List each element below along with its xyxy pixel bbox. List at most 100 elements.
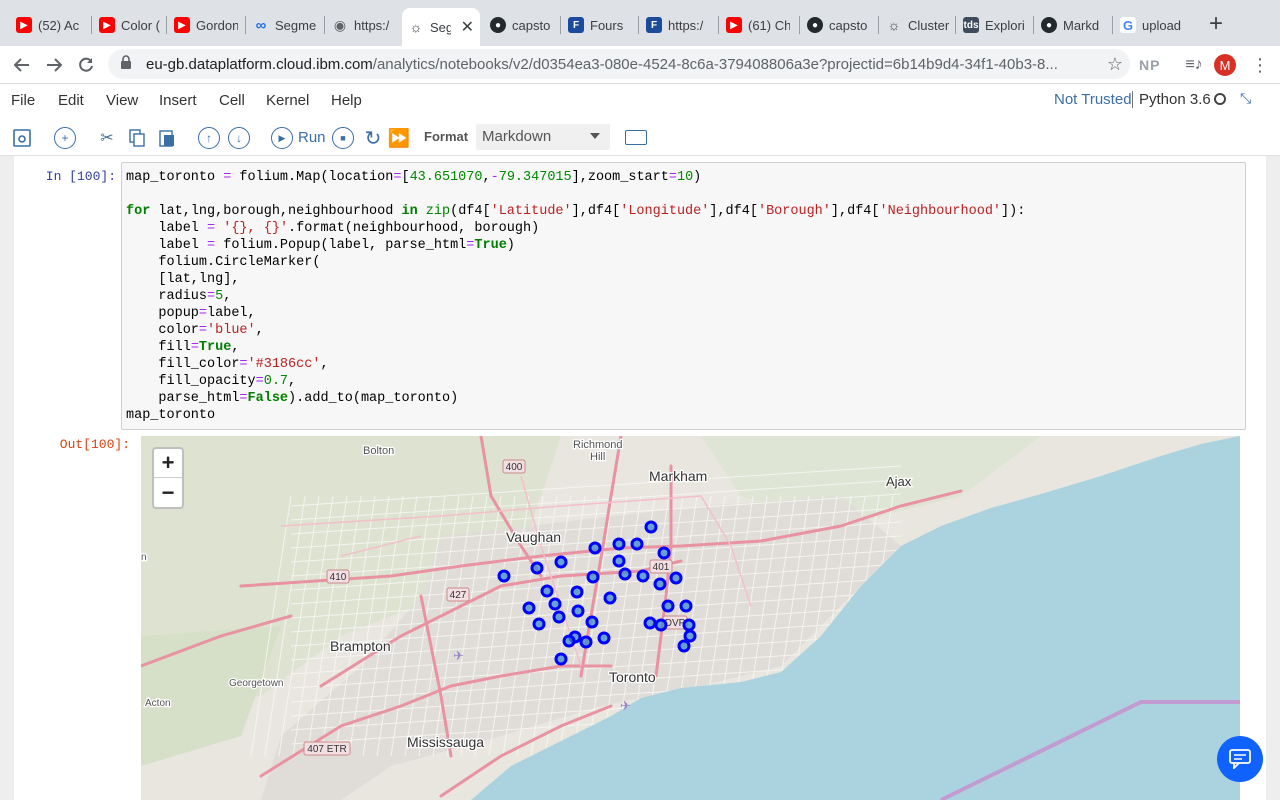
svg-text:410: 410 xyxy=(330,572,347,583)
neighbourhood-circle-marker[interactable] xyxy=(603,591,617,605)
browser-tab[interactable]: ∞ Segme xyxy=(247,8,323,42)
neighbourhood-circle-marker[interactable] xyxy=(669,571,683,585)
menu-edit[interactable]: Edit xyxy=(58,92,84,109)
browser-tab[interactable]: ☼ Seg ✕ xyxy=(402,8,480,46)
neighbourhood-circle-marker[interactable] xyxy=(683,629,697,643)
collapse-icon[interactable]: ⤡ xyxy=(1240,90,1251,107)
zoom-out-button[interactable]: − xyxy=(154,478,182,507)
browser-tab[interactable]: ▶ Gordon xyxy=(168,8,244,42)
paste-cell-button[interactable] xyxy=(156,127,178,149)
code-cell-input[interactable]: map_toronto = folium.Map(location=[43.65… xyxy=(121,162,1246,430)
tab-title: Cluster xyxy=(908,17,950,33)
browser-tab[interactable]: ● Markd xyxy=(1035,8,1111,42)
browser-tab[interactable]: Fhttps:/ xyxy=(640,8,716,42)
run-label[interactable]: Run xyxy=(298,129,326,146)
forward-button[interactable] xyxy=(40,51,68,79)
extension-np[interactable]: NP xyxy=(1139,57,1160,73)
neighbourhood-circle-marker[interactable] xyxy=(585,615,599,629)
neighbourhood-circle-marker[interactable] xyxy=(571,604,585,618)
menu-insert[interactable]: Insert xyxy=(159,92,197,109)
run-button[interactable]: ▶ xyxy=(271,127,293,149)
browser-menu-icon[interactable]: ⋮ xyxy=(1246,51,1274,79)
neighbourhood-circle-marker[interactable] xyxy=(644,520,658,534)
neighbourhood-circle-marker[interactable] xyxy=(554,555,568,569)
keyboard-shortcuts-icon[interactable] xyxy=(625,130,647,145)
neighbourhood-circle-marker[interactable] xyxy=(618,567,632,581)
bookmark-star-icon[interactable]: ☆ xyxy=(1100,54,1130,75)
menu-cell[interactable]: Cell xyxy=(219,92,245,109)
save-notebook-button[interactable] xyxy=(11,127,33,149)
neighbourhood-circle-marker[interactable] xyxy=(522,601,536,615)
neighbourhood-circle-marker[interactable] xyxy=(643,616,657,630)
neighbourhood-circle-marker[interactable] xyxy=(562,634,576,648)
menu-file[interactable]: File xyxy=(11,92,35,109)
move-up-button[interactable]: ↑ xyxy=(198,127,220,149)
neighbourhood-circle-marker[interactable] xyxy=(552,610,566,624)
browser-tab[interactable]: tds Explori xyxy=(957,8,1033,42)
neighbourhood-circle-marker[interactable] xyxy=(679,599,693,613)
neighbourhood-circle-marker[interactable] xyxy=(654,618,668,632)
neighbourhood-circle-marker[interactable] xyxy=(597,631,611,645)
move-down-button[interactable]: ↓ xyxy=(228,127,250,149)
trust-status[interactable]: Not Trusted xyxy=(1054,91,1132,108)
neighbourhood-circle-marker[interactable] xyxy=(554,652,568,666)
neighbourhood-circle-marker[interactable] xyxy=(497,569,511,583)
neighbourhood-circle-marker[interactable] xyxy=(630,537,644,551)
neighbourhood-circle-marker[interactable] xyxy=(588,541,602,555)
neighbourhood-circle-marker[interactable] xyxy=(530,561,544,575)
browser-tab[interactable]: ● capsto xyxy=(484,8,560,42)
browser-tab[interactable]: ◉ https:/ xyxy=(326,8,402,42)
map-place-label: Georgetown xyxy=(229,678,283,689)
reload-button[interactable] xyxy=(72,51,100,79)
interrupt-kernel-button[interactable]: ■ xyxy=(332,127,354,149)
neighbourhood-circle-marker[interactable] xyxy=(540,584,554,598)
arrow-down-icon: ↓ xyxy=(236,131,242,145)
svg-text:401: 401 xyxy=(653,562,670,573)
kernel-name[interactable]: Python 3.6 xyxy=(1132,91,1211,108)
close-tab-icon[interactable]: ✕ xyxy=(461,17,474,37)
chat-support-button[interactable] xyxy=(1217,736,1263,782)
neighbourhood-circle-marker[interactable] xyxy=(612,554,626,568)
airport-icon: ✈ xyxy=(453,648,464,663)
address-bar[interactable]: eu-gb.dataplatform.cloud.ibm.com/analyti… xyxy=(108,49,1130,79)
media-control-icon[interactable]: ≡♪ xyxy=(1180,51,1208,79)
new-tab-button[interactable]: + xyxy=(1204,10,1228,38)
menu-help[interactable]: Help xyxy=(331,92,362,109)
map-place-label: Toronto xyxy=(609,669,656,685)
browser-tab[interactable]: ● capsto xyxy=(801,8,877,42)
map-tiles[interactable]: ✈ ✈ 400 401 410 427 407 ETR DVP RichmondHill B… xyxy=(141,436,1240,800)
back-button[interactable] xyxy=(8,51,36,79)
neighbourhood-circle-marker[interactable] xyxy=(653,577,667,591)
neighbourhood-circle-marker[interactable] xyxy=(570,585,584,599)
browser-tab[interactable]: Gupload xyxy=(1114,8,1190,42)
tab-title: Fours xyxy=(590,17,624,33)
profile-avatar[interactable]: M xyxy=(1214,54,1236,76)
neighbourhood-circle-marker[interactable] xyxy=(677,639,691,653)
run-all-button[interactable]: ⏩ xyxy=(388,127,410,149)
chevron-down-icon xyxy=(590,133,600,139)
menu-view[interactable]: View xyxy=(106,92,138,109)
zoom-in-button[interactable]: + xyxy=(154,449,182,478)
browser-tab[interactable]: ▶ (52) Ac xyxy=(10,8,86,42)
neighbourhood-circle-marker[interactable] xyxy=(682,618,696,632)
neighbourhood-circle-marker[interactable] xyxy=(586,570,600,584)
cut-cell-button[interactable]: ✂ xyxy=(96,127,118,149)
neighbourhood-circle-marker[interactable] xyxy=(661,599,675,613)
copy-cell-button[interactable] xyxy=(126,127,148,149)
neighbourhood-circle-marker[interactable] xyxy=(657,546,671,560)
restart-kernel-button[interactable]: ↻ xyxy=(362,127,384,150)
browser-tab[interactable]: F Fours xyxy=(562,8,638,42)
code-text[interactable]: map_toronto = folium.Map(location=[43.65… xyxy=(126,169,1025,424)
neighbourhood-circle-marker[interactable] xyxy=(532,617,546,631)
neighbourhood-circle-marker[interactable] xyxy=(636,569,650,583)
neighbourhood-circle-marker[interactable] xyxy=(612,537,626,551)
neighbourhood-circle-marker[interactable] xyxy=(548,597,562,611)
neighbourhood-circle-marker[interactable] xyxy=(579,635,593,649)
browser-tab[interactable]: ☼ Cluster xyxy=(880,8,956,42)
folium-map[interactable]: ✈ ✈ 400 401 410 427 407 ETR DVP Richmond Hill B… xyxy=(141,436,1240,800)
insert-cell-button[interactable]: + xyxy=(54,127,76,149)
cell-type-select[interactable]: Markdown xyxy=(476,124,610,150)
browser-tab[interactable]: ▶ Color ( xyxy=(93,8,169,42)
menu-kernel[interactable]: Kernel xyxy=(266,92,309,109)
browser-tab[interactable]: ▶ (61) Ch xyxy=(720,8,796,42)
